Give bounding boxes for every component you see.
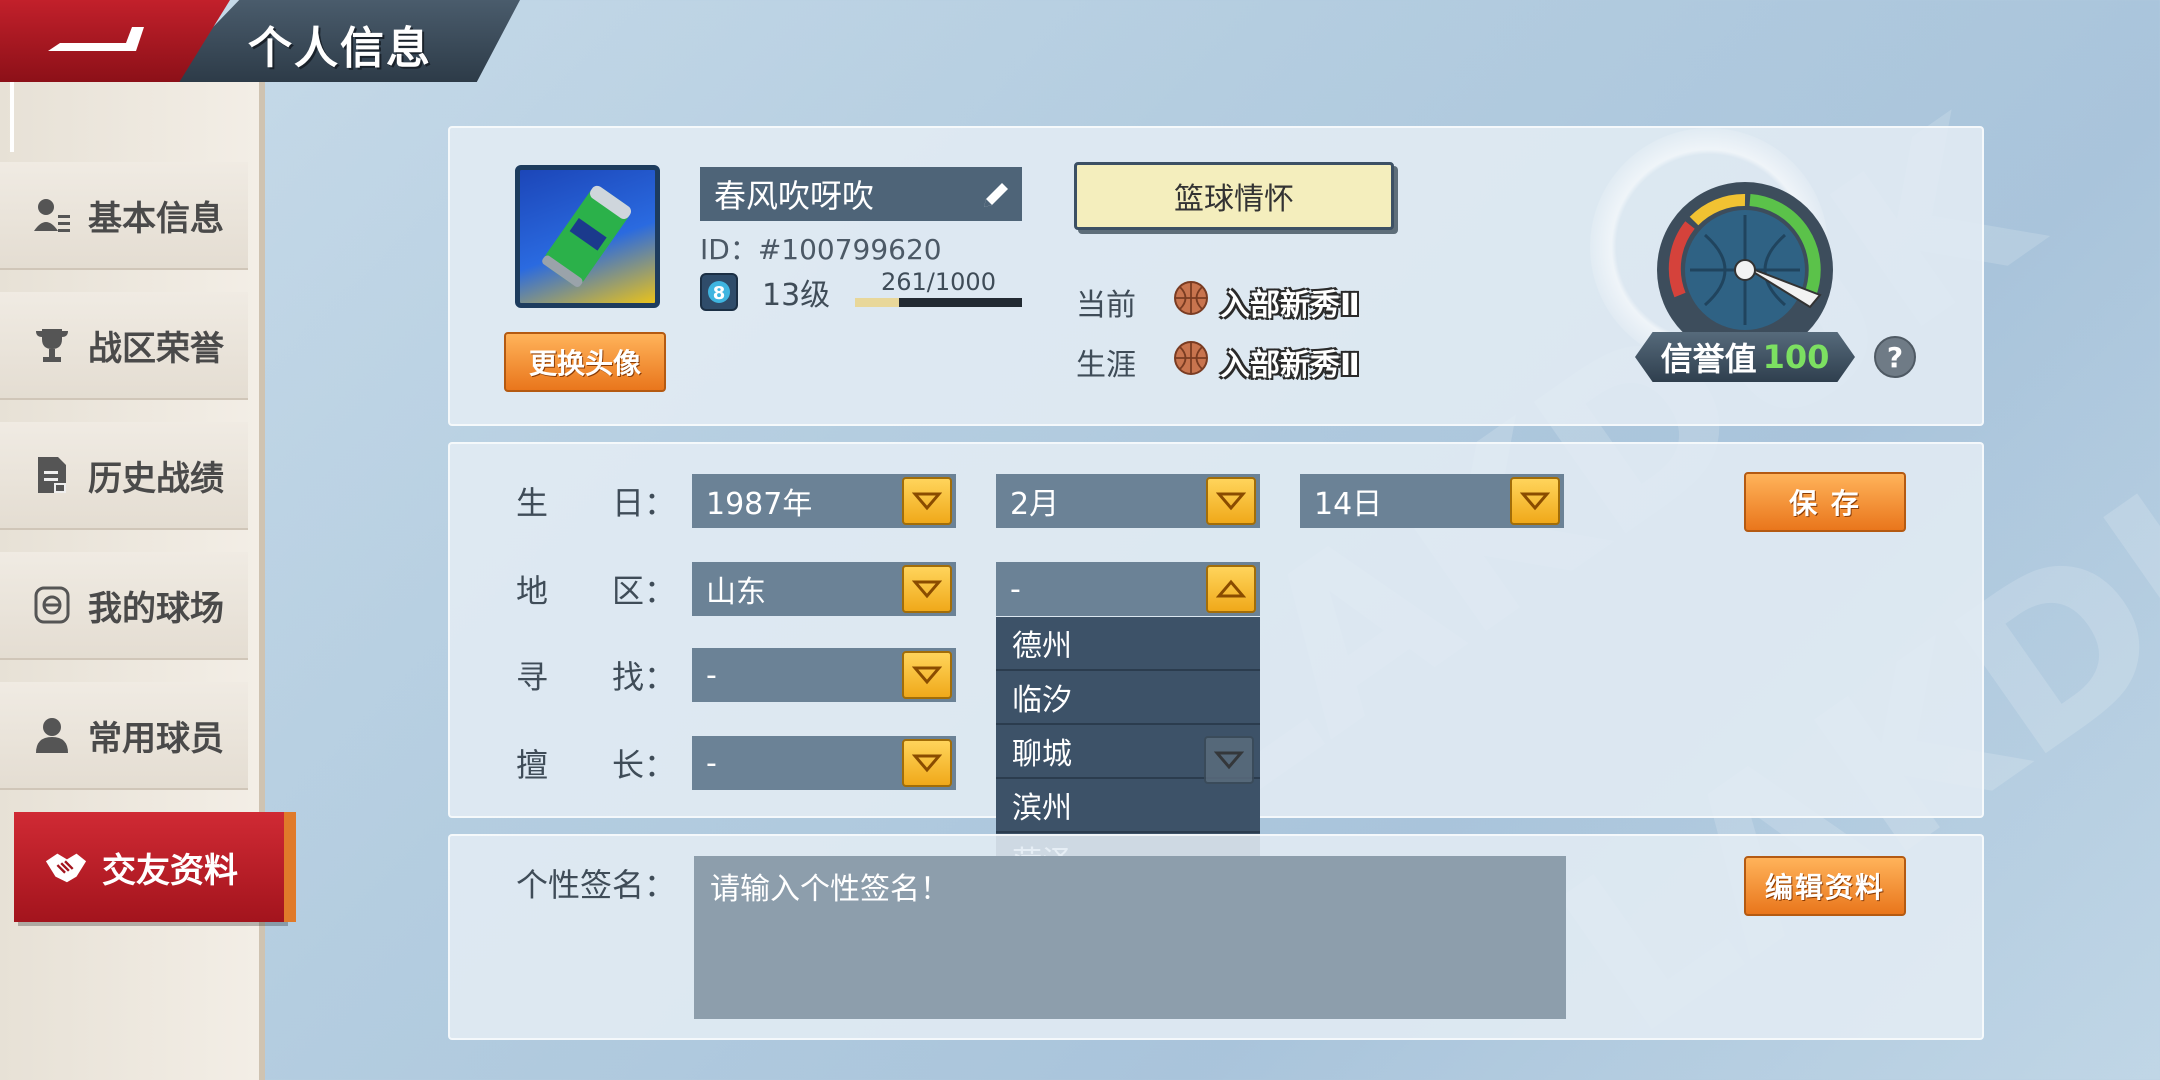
province-select[interactable]: 山东 <box>692 562 956 616</box>
basketball-rank-icon <box>1172 279 1210 325</box>
page-title: 个人信息 <box>248 23 432 74</box>
sidebar-divider <box>10 82 14 152</box>
sidebar-item-my-court[interactable]: 我的球场 <box>0 552 248 660</box>
nickname-text: 春风吹呀吹 <box>714 177 875 215</box>
help-icon[interactable]: ? <box>1874 336 1916 378</box>
sidebar-item-label: 历史战绩 <box>88 458 224 499</box>
day-value: 14日 <box>1314 487 1383 522</box>
document-icon <box>30 453 74 497</box>
chevron-down-icon[interactable] <box>1206 477 1256 525</box>
chevron-down-icon[interactable] <box>902 651 952 699</box>
year-select[interactable]: 1987年 <box>692 474 956 528</box>
back-arrow-icon <box>48 27 144 51</box>
sidebar-item-label: 我的球场 <box>88 588 224 629</box>
signature-label: 个性签名： <box>516 866 677 904</box>
dropdown-option[interactable]: 德州 <box>996 617 1260 671</box>
edit-profile-button[interactable]: 编辑资料 <box>1744 856 1906 916</box>
avatar-can-image <box>542 185 632 287</box>
level-badge-icon: 8 <box>700 273 738 311</box>
sidebar-item-label: 交友资料 <box>102 850 238 891</box>
court-icon <box>30 583 74 627</box>
city-select[interactable]: - <box>996 562 1260 616</box>
level-text: 13级 <box>762 278 831 313</box>
sidebar-item-label: 常用球员 <box>88 718 224 759</box>
chevron-down-icon <box>1204 736 1254 784</box>
credit-value: 100 <box>1762 338 1830 376</box>
signature-input[interactable]: 请输入个性签名！ <box>694 856 1566 1019</box>
save-button[interactable]: 保 存 <box>1744 472 1906 532</box>
header: 个人信息 <box>0 0 520 82</box>
month-value: 2月 <box>1010 487 1060 522</box>
skill-label: 擅 长： <box>516 746 677 784</box>
title-tag-button[interactable]: 篮球情怀 <box>1074 162 1394 230</box>
sidebar-item-label: 基本信息 <box>88 198 224 239</box>
career-rank-name: 入部新秀Ⅱ <box>1220 348 1360 383</box>
signature-placeholder: 请输入个性签名！ <box>710 872 950 907</box>
chevron-down-icon[interactable] <box>902 739 952 787</box>
credit-score-plate: 信誉值 100 <box>1635 332 1855 382</box>
skill-select[interactable]: - <box>692 736 956 790</box>
nickname-field[interactable]: 春风吹呀吹 <box>700 167 1022 221</box>
current-rank-label: 当前 <box>1076 288 1136 323</box>
level-badge-number: 8 <box>713 283 726 304</box>
chevron-up-icon[interactable] <box>1206 565 1256 613</box>
exp-text: 261/1000 <box>881 268 996 296</box>
dropdown-option[interactable]: 临汐 <box>996 671 1260 725</box>
career-rank-label: 生涯 <box>1076 348 1136 383</box>
seek-select[interactable]: - <box>692 648 956 702</box>
sidebar-item-common-players[interactable]: 常用球员 <box>0 682 248 790</box>
skill-value: - <box>706 745 717 781</box>
month-select[interactable]: 2月 <box>996 474 1260 528</box>
user-id: ID：#100799620 <box>700 233 942 266</box>
sidebar-item-basic-info[interactable]: 基本信息 <box>0 162 248 270</box>
level-row: 8 13级 <box>700 270 830 314</box>
year-value: 1987年 <box>706 487 813 522</box>
seek-value: - <box>706 657 717 693</box>
birthday-label: 生 日： <box>516 484 677 522</box>
day-select[interactable]: 14日 <box>1300 474 1564 528</box>
dropdown-option[interactable]: 滨州 <box>996 779 1260 833</box>
player-icon <box>30 713 74 757</box>
chevron-down-icon[interactable] <box>1510 477 1560 525</box>
sidebar-item-social-profile[interactable]: 交友资料 <box>14 812 296 922</box>
sidebar-item-history[interactable]: 历史战绩 <box>0 422 248 530</box>
handshake-icon <box>44 845 88 889</box>
person-card-icon <box>30 193 74 237</box>
exp-bar <box>855 298 1022 307</box>
sidebar-item-zone-honor[interactable]: 战区荣誉 <box>0 292 248 400</box>
basketball-rank-icon <box>1172 339 1210 385</box>
credit-label: 信誉值 <box>1660 340 1757 378</box>
province-value: 山东 <box>706 575 766 610</box>
seek-label: 寻 找： <box>516 658 677 696</box>
career-rank-row: 生涯 入部新秀Ⅱ <box>1076 340 1360 384</box>
current-rank-row: 当前 入部新秀Ⅱ <box>1076 280 1360 324</box>
current-rank-name: 入部新秀Ⅱ <box>1220 288 1360 323</box>
region-label: 地 区： <box>516 572 677 610</box>
chevron-down-icon[interactable] <box>902 565 952 613</box>
pencil-icon[interactable] <box>980 179 1012 219</box>
exp-progress: 261/1000 <box>855 268 1022 307</box>
city-value: - <box>1010 571 1021 607</box>
sidebar-item-label: 战区荣誉 <box>88 328 224 369</box>
avatar[interactable] <box>515 165 660 308</box>
exp-bar-fill <box>855 298 899 307</box>
chevron-down-icon[interactable] <box>902 477 952 525</box>
change-avatar-button[interactable]: 更换头像 <box>504 332 666 392</box>
trophy-icon <box>30 323 74 367</box>
